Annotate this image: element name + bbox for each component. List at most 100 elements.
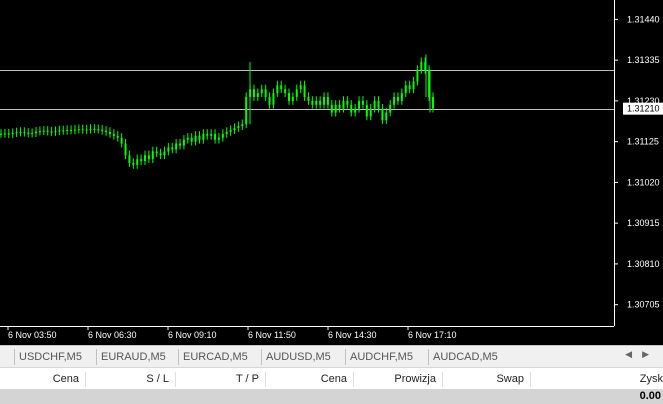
candle-body bbox=[50, 131, 53, 133]
tab-audcad[interactable]: AUDCAD,M5 bbox=[428, 349, 502, 365]
candle-body bbox=[120, 137, 123, 144]
candle-body bbox=[221, 133, 224, 138]
candle-body bbox=[179, 143, 182, 146]
candle-body bbox=[389, 104, 392, 113]
candle-body bbox=[346, 100, 349, 105]
time-tick-label: 6 Nov 09:10 bbox=[168, 330, 217, 340]
candle-body bbox=[116, 135, 119, 138]
col-header-commission[interactable]: Prowizja bbox=[354, 372, 443, 387]
candle-body bbox=[159, 153, 162, 156]
candle-body bbox=[73, 129, 76, 131]
candle-body bbox=[42, 130, 45, 132]
candle-body bbox=[140, 159, 143, 162]
candle-body bbox=[27, 132, 30, 134]
col-header-stop-loss[interactable]: S / L bbox=[86, 372, 176, 387]
candle-body bbox=[396, 97, 399, 101]
candle-body bbox=[373, 100, 376, 109]
candle-body bbox=[280, 85, 283, 90]
candle-body bbox=[284, 89, 287, 94]
candle-body bbox=[54, 131, 57, 133]
candle-body bbox=[291, 97, 294, 101]
candle-body bbox=[319, 100, 322, 105]
candle-body bbox=[381, 108, 384, 121]
candle-body bbox=[268, 97, 271, 105]
tab-eurcad[interactable]: EURCAD,M5 bbox=[178, 349, 252, 365]
candle-body bbox=[412, 81, 415, 90]
col-header-swap[interactable]: Swap bbox=[443, 372, 531, 387]
candle-body bbox=[225, 131, 228, 134]
price-chart[interactable]: 1.31440 1.31335 1.31230 1.31125 1.31020 1.309… bbox=[0, 0, 663, 345]
candle-body bbox=[330, 104, 333, 113]
candle-body bbox=[295, 89, 298, 98]
candle-body bbox=[46, 130, 49, 132]
tab-euraud[interactable]: EURAUD,M5 bbox=[96, 349, 170, 365]
candle-body bbox=[276, 85, 279, 94]
candle-body bbox=[0, 133, 2, 135]
candle-body bbox=[210, 133, 213, 136]
candle-body bbox=[432, 97, 434, 109]
candle-body bbox=[58, 130, 61, 132]
price-tick-label: 1.31440 bbox=[627, 14, 660, 24]
candle-body bbox=[175, 143, 178, 150]
candle-body bbox=[365, 104, 368, 117]
current-price-label: 1.31210 bbox=[627, 104, 660, 114]
candle-body bbox=[151, 151, 154, 160]
candle-body bbox=[217, 137, 220, 140]
candle-body bbox=[182, 139, 185, 146]
tab-audchf[interactable]: AUDCHF,M5 bbox=[345, 349, 417, 365]
time-tick-label: 6 Nov 11:50 bbox=[248, 330, 296, 340]
scroll-right-icon[interactable]: ▶ bbox=[642, 349, 659, 359]
candle-body bbox=[23, 131, 26, 133]
tab-scroll-arrows[interactable]: ◀▶ bbox=[625, 349, 659, 360]
candle-body bbox=[81, 129, 84, 131]
candle-body bbox=[147, 155, 150, 160]
candle-body bbox=[124, 143, 127, 156]
candle-body bbox=[167, 147, 170, 152]
candle-body bbox=[326, 97, 329, 105]
tab-audusd[interactable]: AUDUSD,M5 bbox=[261, 349, 335, 365]
scroll-left-icon[interactable]: ◀ bbox=[625, 349, 642, 359]
candle-body bbox=[93, 128, 96, 130]
price-tick-label: 1.31020 bbox=[627, 177, 660, 187]
candle-body bbox=[315, 100, 318, 105]
total-profit-value: 0.00 bbox=[639, 390, 661, 402]
time-tick-label: 6 Nov 03:50 bbox=[8, 330, 57, 340]
candle-body bbox=[11, 133, 14, 135]
candle-body bbox=[350, 104, 353, 113]
candle-body bbox=[144, 155, 146, 162]
candle-body bbox=[15, 132, 18, 134]
candle-body bbox=[288, 93, 290, 101]
candle-body bbox=[62, 130, 65, 132]
candle-body bbox=[354, 108, 357, 113]
candle-body bbox=[420, 62, 423, 70]
candle-body bbox=[416, 69, 419, 82]
col-header-profit[interactable]: Zysk bbox=[531, 372, 663, 387]
candle-body bbox=[89, 128, 92, 130]
candle-body bbox=[393, 97, 396, 105]
candle-body bbox=[307, 97, 310, 101]
candle-body bbox=[369, 108, 372, 117]
candle-body bbox=[272, 93, 275, 105]
price-tick-label: 1.30705 bbox=[627, 300, 660, 310]
candle-body bbox=[323, 97, 326, 105]
candle-body bbox=[264, 89, 267, 98]
candle-body bbox=[237, 126, 240, 129]
candle-body bbox=[198, 135, 201, 140]
col-header-price[interactable]: Cena bbox=[266, 372, 354, 387]
col-header-take-profit[interactable]: T / P bbox=[176, 372, 266, 387]
candle-body bbox=[136, 159, 139, 165]
candle-body bbox=[112, 133, 115, 136]
price-tick-label: 1.30810 bbox=[627, 259, 660, 269]
candle-body bbox=[202, 133, 205, 140]
candle-body bbox=[171, 147, 174, 150]
candle-body bbox=[77, 129, 80, 131]
chart-canvas[interactable]: 1.314401.313351.312301.311251.310201.309… bbox=[0, 0, 663, 345]
candle-body bbox=[128, 155, 131, 163]
tab-usdchf[interactable]: USDCHF,M5 bbox=[14, 349, 86, 365]
candle-body bbox=[342, 100, 345, 109]
candle-body bbox=[132, 163, 135, 165]
candle-body bbox=[190, 137, 193, 142]
col-header-price-open[interactable]: Cena bbox=[0, 372, 86, 387]
candle-body bbox=[252, 89, 255, 98]
time-tick-label: 6 Nov 06:30 bbox=[88, 330, 137, 340]
